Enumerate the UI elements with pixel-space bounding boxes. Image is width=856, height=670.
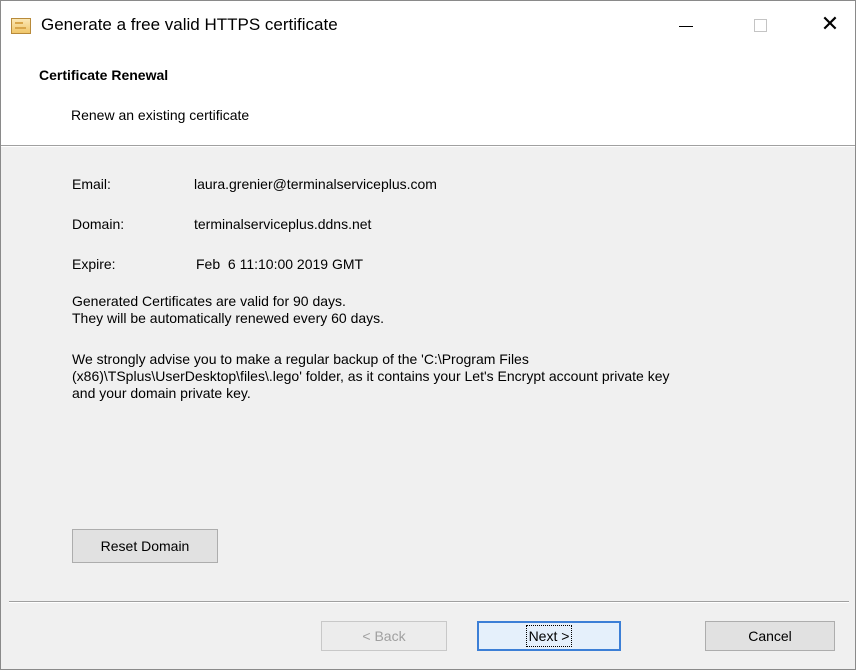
email-label: Email: bbox=[72, 176, 111, 192]
close-button[interactable]: ✕ bbox=[807, 1, 853, 49]
title-bar[interactable]: Generate a free valid HTTPS certificate … bbox=[1, 1, 855, 49]
wizard-header: Certificate Renewal Renew an existing ce… bbox=[1, 49, 855, 145]
next-button-label: Next > bbox=[525, 625, 573, 647]
maximize-icon bbox=[753, 18, 767, 32]
page-title: Certificate Renewal bbox=[39, 67, 169, 83]
email-value: laura.grenier@terminalserviceplus.com bbox=[194, 176, 437, 192]
validity-line-1: Generated Certificates are valid for 90 … bbox=[72, 293, 346, 309]
minimize-button[interactable] bbox=[663, 1, 709, 49]
certificate-app-icon bbox=[11, 18, 31, 34]
backup-line-1: We strongly advise you to make a regular… bbox=[72, 351, 529, 367]
maximize-button bbox=[737, 1, 783, 49]
footer-divider bbox=[9, 601, 849, 603]
validity-info: Generated Certificates are valid for 90 … bbox=[72, 293, 812, 327]
minimize-icon bbox=[679, 25, 693, 27]
expire-value: Feb 6 11:10:00 2019 GMT bbox=[196, 256, 364, 272]
reset-domain-button[interactable]: Reset Domain bbox=[72, 529, 218, 563]
cancel-button[interactable]: Cancel bbox=[705, 621, 835, 651]
close-icon: ✕ bbox=[820, 12, 840, 37]
domain-value: terminalserviceplus.ddns.net bbox=[194, 216, 372, 232]
wizard-window: Generate a free valid HTTPS certificate … bbox=[0, 0, 856, 670]
backup-line-3: and your domain private key. bbox=[72, 385, 251, 401]
backup-advice: We strongly advise you to make a regular… bbox=[72, 351, 812, 402]
validity-line-2: They will be automatically renewed every… bbox=[72, 310, 385, 326]
domain-label: Domain: bbox=[72, 216, 125, 232]
window-title: Generate a free valid HTTPS certificate bbox=[41, 15, 338, 34]
backup-line-2: (x86)\TSplus\UserDesktop\files\.lego' fo… bbox=[72, 368, 670, 384]
expire-label: Expire: bbox=[72, 256, 116, 272]
page-subtitle: Renew an existing certificate bbox=[71, 107, 250, 123]
back-button: < Back bbox=[321, 621, 447, 651]
next-button[interactable]: Next > bbox=[477, 621, 621, 651]
header-divider bbox=[1, 145, 855, 147]
